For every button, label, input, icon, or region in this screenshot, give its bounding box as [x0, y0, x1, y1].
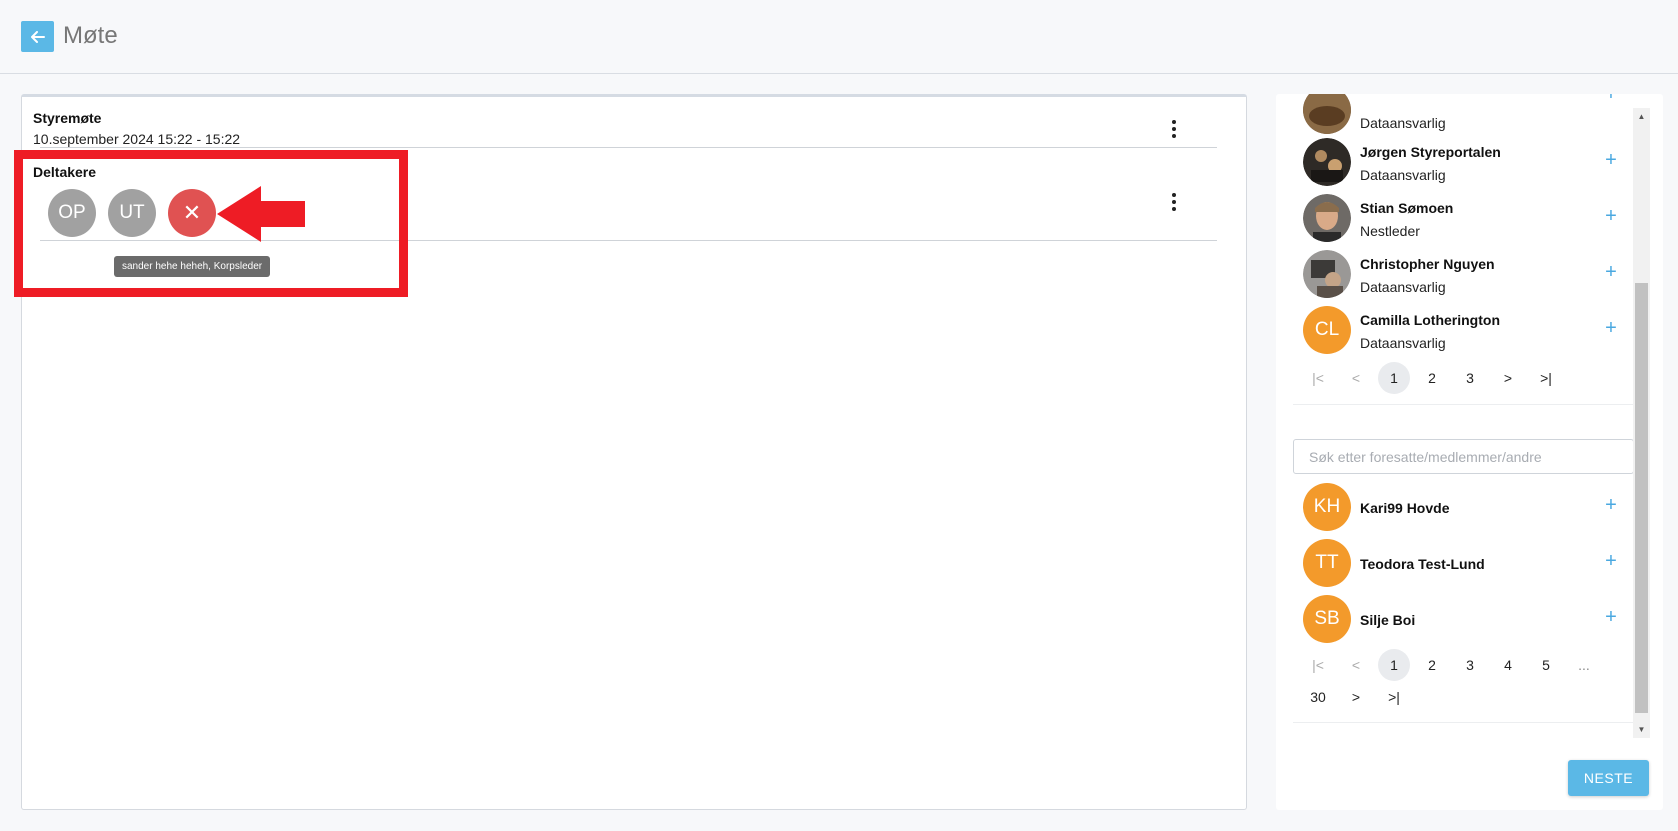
add-result-button[interactable]: + [1601, 549, 1621, 573]
add-member-button[interactable]: + [1601, 94, 1621, 106]
avatar [1303, 138, 1351, 186]
avatar [1303, 250, 1351, 298]
member-list-scroll[interactable]: Dataansvarlig + Jørgen Styreportalen Dat… [1276, 94, 1663, 740]
result-name: Teodora Test-Lund [1360, 556, 1485, 572]
result-row: TT Teodora Test-Lund + [1303, 535, 1621, 591]
page-button[interactable]: 3 [1454, 362, 1486, 394]
last-page-button[interactable]: >| [1378, 681, 1410, 713]
divider [1293, 404, 1633, 405]
result-row: SB Silje Boi + [1303, 591, 1621, 647]
participants-more-icon[interactable] [1164, 190, 1184, 214]
meeting-more-icon[interactable] [1164, 117, 1184, 141]
add-member-button[interactable]: + [1601, 316, 1621, 340]
member-row: Dataansvarlig + [1303, 94, 1621, 138]
member-row: Christopher Nguyen Dataansvarlig + [1303, 246, 1621, 302]
page-button[interactable]: 1 [1378, 362, 1410, 394]
avatar [1303, 194, 1351, 242]
add-member-button[interactable]: + [1601, 148, 1621, 172]
member-row: Stian Sømoen Nestleder + [1303, 190, 1621, 246]
search-input[interactable] [1293, 439, 1634, 474]
prev-page-button[interactable]: < [1340, 362, 1372, 394]
first-page-button[interactable]: |< [1302, 362, 1334, 394]
avatar: CL [1303, 306, 1351, 354]
result-name: Kari99 Hovde [1360, 500, 1450, 516]
next-page-button[interactable]: > [1340, 681, 1372, 713]
prev-page-button[interactable]: < [1340, 649, 1372, 681]
scroll-up-icon[interactable]: ▲ [1633, 108, 1650, 125]
add-result-button[interactable]: + [1601, 493, 1621, 517]
scrollbar-thumb[interactable] [1635, 283, 1648, 713]
page-button[interactable]: 3 [1454, 649, 1486, 681]
member-row: CL Camilla Lotherington Dataansvarlig + [1303, 302, 1621, 358]
last-page-button[interactable]: >| [1530, 362, 1562, 394]
member-name: Christopher Nguyen [1360, 256, 1495, 272]
member-role: Dataansvarlig [1360, 335, 1446, 351]
next-button[interactable]: NESTE [1568, 760, 1649, 796]
page-button[interactable]: 1 [1378, 649, 1410, 681]
avatar: KH [1303, 483, 1351, 531]
avatar: SB [1303, 595, 1351, 643]
avatar [1303, 94, 1351, 134]
result-name: Silje Boi [1360, 612, 1416, 628]
next-page-button[interactable]: > [1492, 362, 1524, 394]
annotation-arrow-icon [217, 186, 305, 242]
scroll-down-icon[interactable]: ▼ [1633, 721, 1650, 738]
scrollbar[interactable]: ▲ ▼ [1633, 108, 1650, 738]
page-button[interactable]: 2 [1416, 362, 1448, 394]
divider [40, 147, 1217, 148]
add-member-button[interactable]: + [1601, 204, 1621, 228]
avatar: TT [1303, 539, 1351, 587]
arrow-left-icon [30, 30, 45, 43]
add-member-button[interactable]: + [1601, 260, 1621, 284]
page-title: Møte [63, 22, 118, 49]
first-page-button[interactable]: |< [1302, 649, 1334, 681]
top-bar: Møte [0, 0, 1678, 74]
member-role: Dataansvarlig [1360, 279, 1446, 295]
page-button[interactable]: 2 [1416, 649, 1448, 681]
member-row: Jørgen Styreportalen Dataansvarlig + [1303, 134, 1621, 190]
back-button[interactable] [21, 21, 54, 52]
pagination-ellipsis: ... [1578, 657, 1590, 673]
member-role: Dataansvarlig [1360, 115, 1446, 131]
page-button[interactable]: 5 [1530, 649, 1562, 681]
meeting-title: Styremøte [33, 110, 102, 126]
annotation-highlight-box [14, 150, 408, 297]
result-row: KH Kari99 Hovde + [1303, 479, 1621, 535]
page-button[interactable]: 30 [1302, 681, 1334, 713]
meeting-date: 10.september 2024 15:22 - 15:22 [33, 131, 241, 147]
member-name: Jørgen Styreportalen [1360, 144, 1501, 160]
divider [1293, 722, 1633, 723]
member-role: Nestleder [1360, 223, 1420, 239]
member-name: Camilla Lotherington [1360, 312, 1500, 328]
member-name: Stian Sømoen [1360, 200, 1454, 216]
member-role: Dataansvarlig [1360, 167, 1446, 183]
add-result-button[interactable]: + [1601, 605, 1621, 629]
page-button[interactable]: 4 [1492, 649, 1524, 681]
member-side-panel: Dataansvarlig + Jørgen Styreportalen Dat… [1276, 94, 1663, 810]
